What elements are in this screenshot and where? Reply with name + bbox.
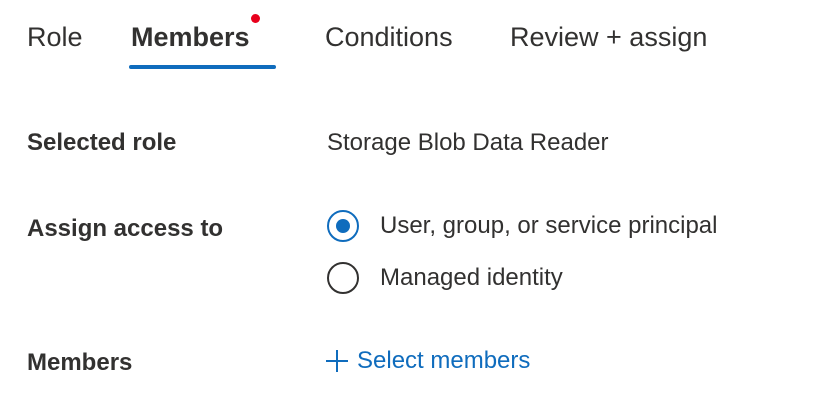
members-label: Members — [27, 349, 133, 376]
wizard-tabs: Role Members Conditions Review + assign — [0, 0, 836, 72]
selected-role-label: Selected role — [27, 129, 177, 156]
tab-conditions[interactable]: Conditions — [325, 20, 453, 54]
radio-managed-identity[interactable]: Managed identity — [327, 262, 563, 294]
radio-button-checked[interactable] — [327, 210, 359, 242]
add-role-assignment-page: Role Members Conditions Review + assign … — [0, 0, 836, 416]
radio-option-label: User, group, or service principal — [380, 212, 718, 239]
required-dot-icon — [251, 14, 260, 23]
select-members-text: Select members — [357, 347, 531, 374]
active-tab-indicator — [129, 65, 276, 69]
tab-review-assign[interactable]: Review + assign — [510, 20, 707, 54]
tab-members[interactable]: Members — [131, 20, 250, 54]
select-members-link[interactable]: Select members — [326, 345, 530, 377]
assign-access-label: Assign access to — [27, 215, 224, 242]
tab-role[interactable]: Role — [27, 20, 83, 54]
plus-icon — [326, 350, 348, 372]
radio-button-unchecked[interactable] — [327, 262, 359, 294]
radio-option-label: Managed identity — [380, 264, 563, 291]
selected-role-value: Storage Blob Data Reader — [327, 129, 609, 156]
radio-user-group-service-principal[interactable]: User, group, or service principal — [327, 210, 717, 242]
